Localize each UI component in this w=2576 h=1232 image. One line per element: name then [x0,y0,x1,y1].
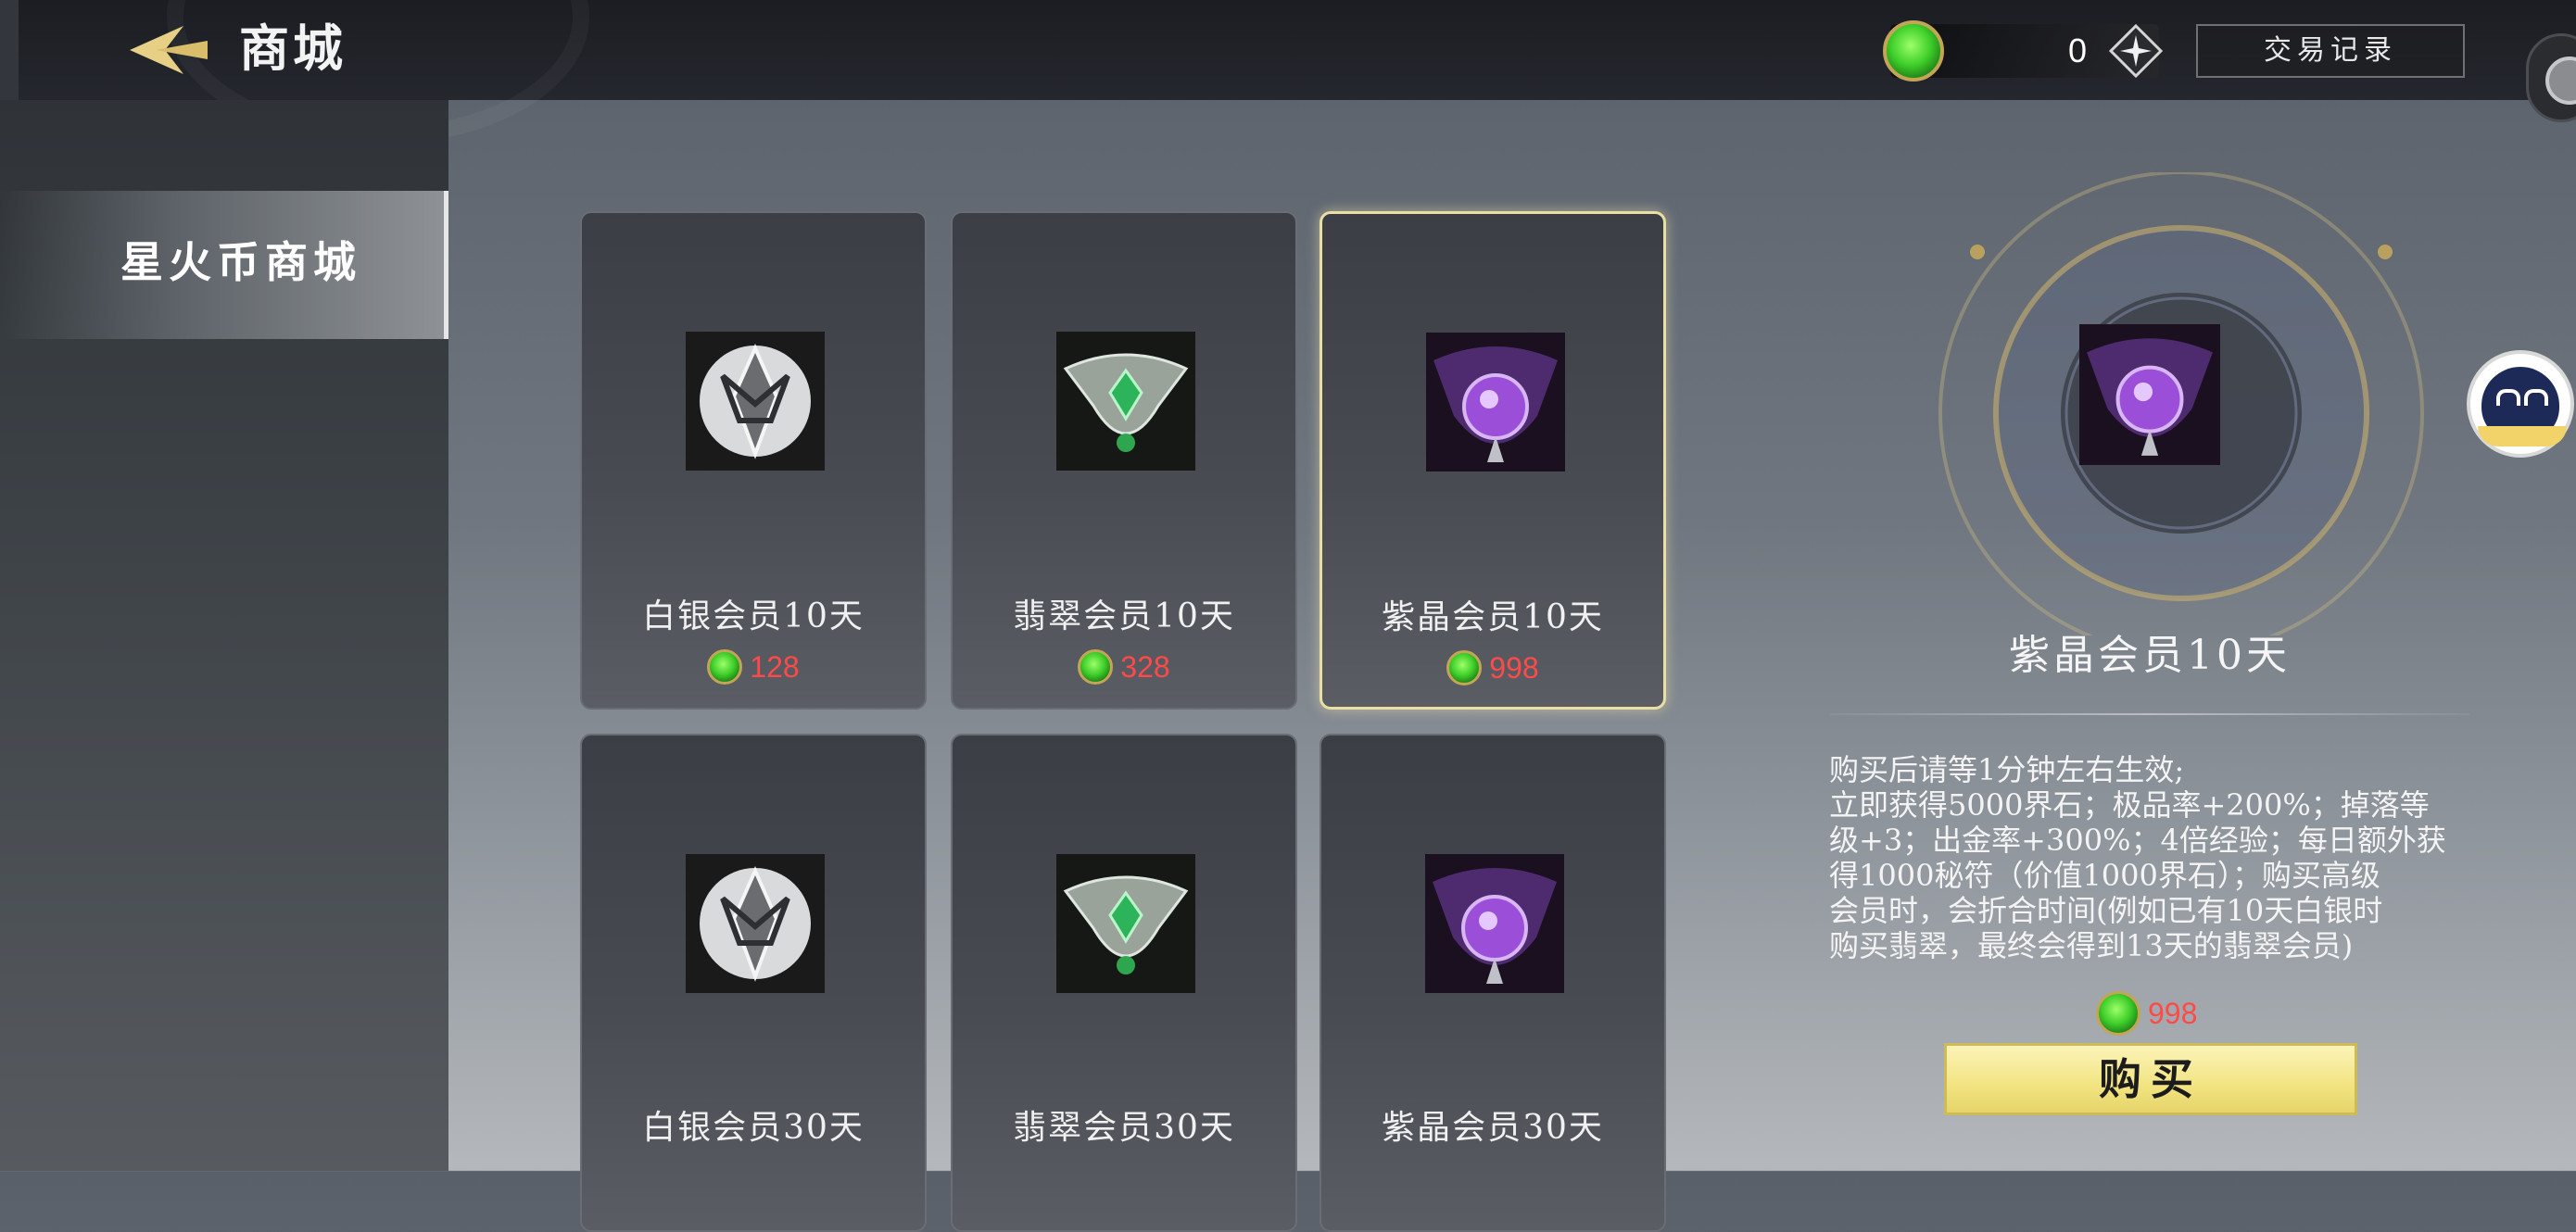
helper-collar [2478,426,2567,446]
detail-price: 998 [2096,991,2197,1043]
detail-description: 购买后请等1分钟左右生效; 立即获得5000界石；极品率+200%；掉落等 级+… [1829,752,2446,963]
price-value: 998 [1489,651,1539,685]
shop-item-card[interactable]: 紫晶会员30天 [1320,734,1666,1232]
add-currency-button[interactable] [2108,23,2164,79]
amethyst-pendant-icon [1426,333,1565,471]
shop-item-card[interactable]: 白银会员30天 [580,734,927,1232]
jade-coin-icon [1446,650,1483,685]
item-price: 128 [582,647,925,687]
helper-eye [2496,389,2520,406]
page-title: 商城 [239,19,347,78]
item-name: 翡翠会员10天 [1013,597,1235,635]
item-name: 白银会员30天 [642,1109,865,1147]
jade-coin-icon [707,649,743,685]
shop-item-card[interactable]: 翡翠会员10天 328 [951,211,1297,710]
item-name: 紫晶会员30天 [1382,1109,1604,1147]
price-value: 328 [1120,650,1170,684]
item-name: 白银会员10天 [642,597,865,635]
back-button[interactable] [128,24,211,76]
emerald-pendant-icon [1056,332,1195,471]
emerald-pendant-icon [1056,854,1195,993]
add-currency-icon [2108,23,2164,79]
item-price: 328 [953,647,1295,687]
detail-price-value: 998 [2148,997,2198,1030]
detail-item-name: 紫晶会员10天 [2009,632,2291,679]
jade-coin-icon [1883,20,1944,82]
shop-item-card[interactable]: 翡翠会员30天 [951,734,1297,1232]
jade-coin-icon [2096,991,2140,1036]
left-edge-strip [0,0,19,100]
buy-button[interactable]: 购买 [1944,1043,2357,1115]
currency-value: 0 [2067,31,2087,69]
settings-corner-button[interactable] [2526,33,2576,122]
settings-icon [2545,57,2576,105]
shop-item-card-selected[interactable]: 紫晶会员10天 998 [1320,211,1666,710]
price-value: 128 [750,650,800,684]
helper-eye [2524,389,2548,406]
item-price: 998 [1322,647,1663,688]
item-name: 翡翠会员30天 [1013,1109,1235,1147]
silver-pendant-icon [686,854,825,993]
item-name: 紫晶会员10天 [1382,598,1604,636]
shop-item-card[interactable]: 白银会员10天 128 [580,211,927,710]
amethyst-pendant-icon [1425,854,1564,993]
customer-service-button[interactable] [2467,350,2574,458]
back-arrow-icon [130,26,208,74]
top-bar [0,0,2576,145]
silver-pendant-icon [686,332,825,471]
sidebar-item-label: 星火币商城 [120,237,361,287]
detail-amethyst-pendant-icon [2079,324,2220,465]
divider [1830,713,2469,715]
transaction-history-button[interactable]: 交易记录 [2196,24,2465,78]
jade-coin-icon [1078,649,1114,685]
